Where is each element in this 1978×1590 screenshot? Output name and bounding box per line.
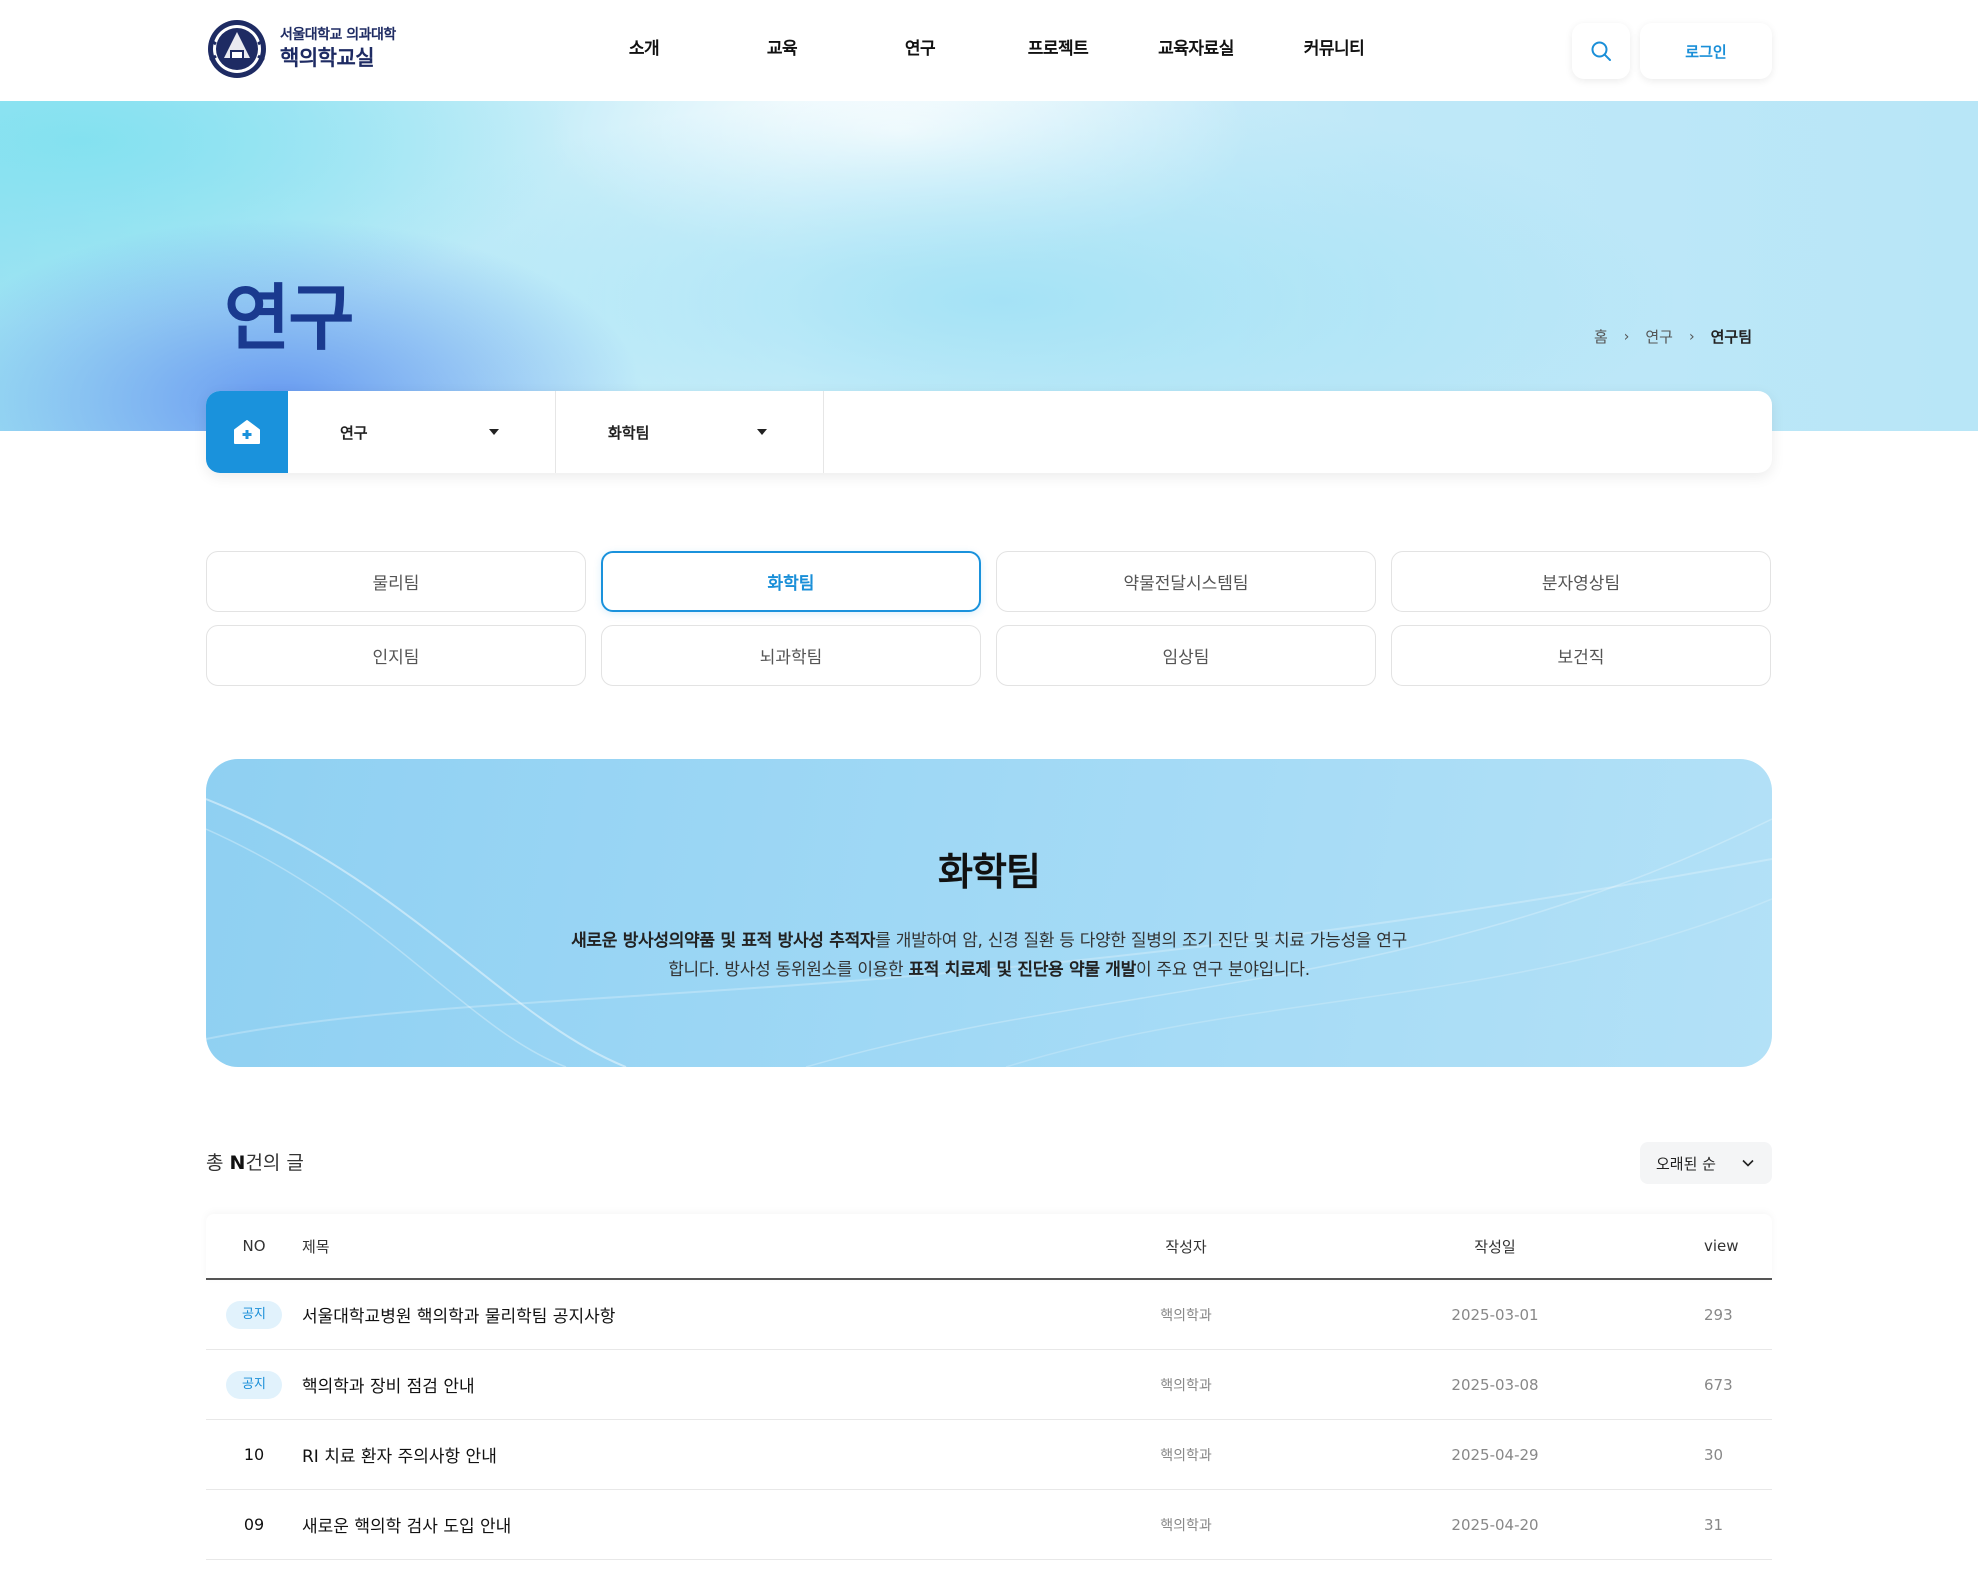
tab-clinical[interactable]: 임상팀 [996,625,1376,686]
team-description-text: 이 주요 연구 분야입니다. [1135,960,1310,980]
tab-health-staff[interactable]: 보건직 [1391,625,1771,686]
depth2-select[interactable]: 화학팀 [556,391,824,473]
post-author: 핵의학과 [1160,1517,1212,1534]
breadcrumb: 홈 › 연구 › 연구팀 [1594,326,1752,347]
post-views: 30 [1704,1445,1724,1464]
home-button[interactable] [206,391,288,473]
depth2-label: 화학팀 [608,423,650,442]
col-date: 작성일 [1474,1237,1516,1256]
page-hero: 연구 홈 › 연구 › 연구팀 [0,101,1978,431]
post-views: 293 [1704,1305,1733,1324]
sort-label: 오래된 순 [1656,1154,1716,1173]
post-title[interactable]: 새로운 핵의학 검사 도입 안내 [302,1512,1086,1537]
page-title: 연구 [224,276,354,360]
post-title[interactable]: 핵의학과 장비 점검 안내 [302,1372,1086,1397]
post-count-prefix: 총 [206,1152,230,1174]
home-icon [234,420,260,444]
team-description-highlight: 새로운 방사성의약품 및 표적 방사성 추적자 [571,931,876,951]
breadcrumb-current: 연구팀 [1710,328,1752,346]
chevron-right-icon: › [1623,328,1630,345]
search-icon [1591,41,1611,61]
team-tabs: 물리팀 화학팀 약물전달시스템팀 분자영상팀 인지팀 뇌과학팀 임상팀 보건직 [206,551,1772,686]
notice-badge: 공지 [226,1300,282,1329]
post-count-number: N [229,1152,246,1174]
nav-item-project[interactable]: 프로젝트 [989,30,1127,68]
table-header: NO 제목 작성자 작성일 view [206,1214,1772,1280]
nav-item-research[interactable]: 연구 [851,30,989,68]
tab-molecular-imaging[interactable]: 분자영상팀 [1391,551,1771,612]
col-view: view [1704,1237,1739,1255]
post-table: NO 제목 작성자 작성일 view 공지 서울대학교병원 핵의학과 물리학팀 … [206,1214,1772,1560]
notice-badge: 공지 [226,1370,282,1399]
table-row[interactable]: 09 새로운 핵의학 검사 도입 안내 핵의학과 2025-04-20 31 [206,1490,1772,1560]
col-no: NO [242,1237,266,1255]
sub-navigation: 연구 화학팀 [206,391,1772,473]
caret-down-icon [489,429,499,435]
table-row[interactable]: 10 RI 치료 환자 주의사항 안내 핵의학과 2025-04-29 30 [206,1420,1772,1490]
main-nav: 소개 교육 연구 프로젝트 교육자료실 커뮤니티 [575,30,1403,68]
post-author: 핵의학과 [1160,1377,1212,1394]
breadcrumb-research[interactable]: 연구 [1645,326,1673,347]
post-author: 핵의학과 [1160,1307,1212,1324]
chevron-down-icon [1742,1159,1754,1167]
post-author: 핵의학과 [1160,1447,1212,1464]
nav-item-intro[interactable]: 소개 [575,30,713,68]
post-date: 2025-04-20 [1451,1515,1539,1534]
col-title: 제목 [302,1237,330,1256]
university-emblem-icon [208,20,266,78]
tab-drug-delivery[interactable]: 약물전달시스템팀 [996,551,1376,612]
table-row[interactable]: 공지 서울대학교병원 핵의학과 물리학팀 공지사항 핵의학과 2025-03-0… [206,1280,1772,1350]
nav-item-materials[interactable]: 교육자료실 [1127,30,1265,68]
post-date: 2025-03-08 [1451,1375,1539,1394]
breadcrumb-home[interactable]: 홈 [1594,326,1608,347]
nav-item-community[interactable]: 커뮤니티 [1265,30,1403,68]
logo-title: 핵의학교실 [280,46,375,70]
chevron-right-icon: › [1688,328,1695,345]
post-title[interactable]: 서울대학교병원 핵의학과 물리학팀 공지사항 [302,1302,1086,1327]
login-button[interactable]: 로그인 [1640,23,1772,79]
post-number: 09 [243,1515,265,1534]
team-title: 화학팀 [938,850,1041,894]
tab-chemistry[interactable]: 화학팀 [601,551,981,612]
team-description-highlight: 표적 치료제 및 진단용 약물 개발 [908,960,1136,980]
logo-subtitle: 서울대학교 의과대학 [280,27,396,43]
col-author: 작성자 [1165,1237,1207,1256]
post-views: 673 [1704,1375,1733,1394]
tab-neuroscience[interactable]: 뇌과학팀 [601,625,981,686]
tab-physics[interactable]: 물리팀 [206,551,586,612]
table-row[interactable]: 공지 핵의학과 장비 점검 안내 핵의학과 2025-03-08 673 [206,1350,1772,1420]
site-header: 서울대학교 의과대학 핵의학교실 소개 교육 연구 프로젝트 교육자료실 커뮤니… [0,0,1978,101]
post-date: 2025-04-29 [1451,1445,1539,1464]
post-count: 총 N건의 글 [206,1148,304,1175]
team-description: 새로운 방사성의약품 및 표적 방사성 추적자를 개발하여 암, 신경 질환 등… [566,927,1412,985]
nav-item-education[interactable]: 교육 [713,30,851,68]
site-logo[interactable]: 서울대학교 의과대학 핵의학교실 [206,18,396,80]
wave-decoration [206,798,1772,1067]
depth1-select[interactable]: 연구 [288,391,556,473]
post-number: 10 [243,1445,265,1464]
caret-down-icon [757,429,767,435]
search-button[interactable] [1572,23,1630,79]
sort-select[interactable]: 오래된 순 [1640,1142,1772,1184]
depth1-label: 연구 [340,423,368,442]
post-views: 31 [1704,1515,1724,1534]
post-count-suffix: 건의 글 [245,1152,304,1174]
post-date: 2025-03-01 [1451,1305,1539,1324]
tab-cognition[interactable]: 인지팀 [206,625,586,686]
team-banner: 화학팀 새로운 방사성의약품 및 표적 방사성 추적자를 개발하여 암, 신경 … [206,759,1772,1067]
post-title[interactable]: RI 치료 환자 주의사항 안내 [302,1442,1086,1467]
